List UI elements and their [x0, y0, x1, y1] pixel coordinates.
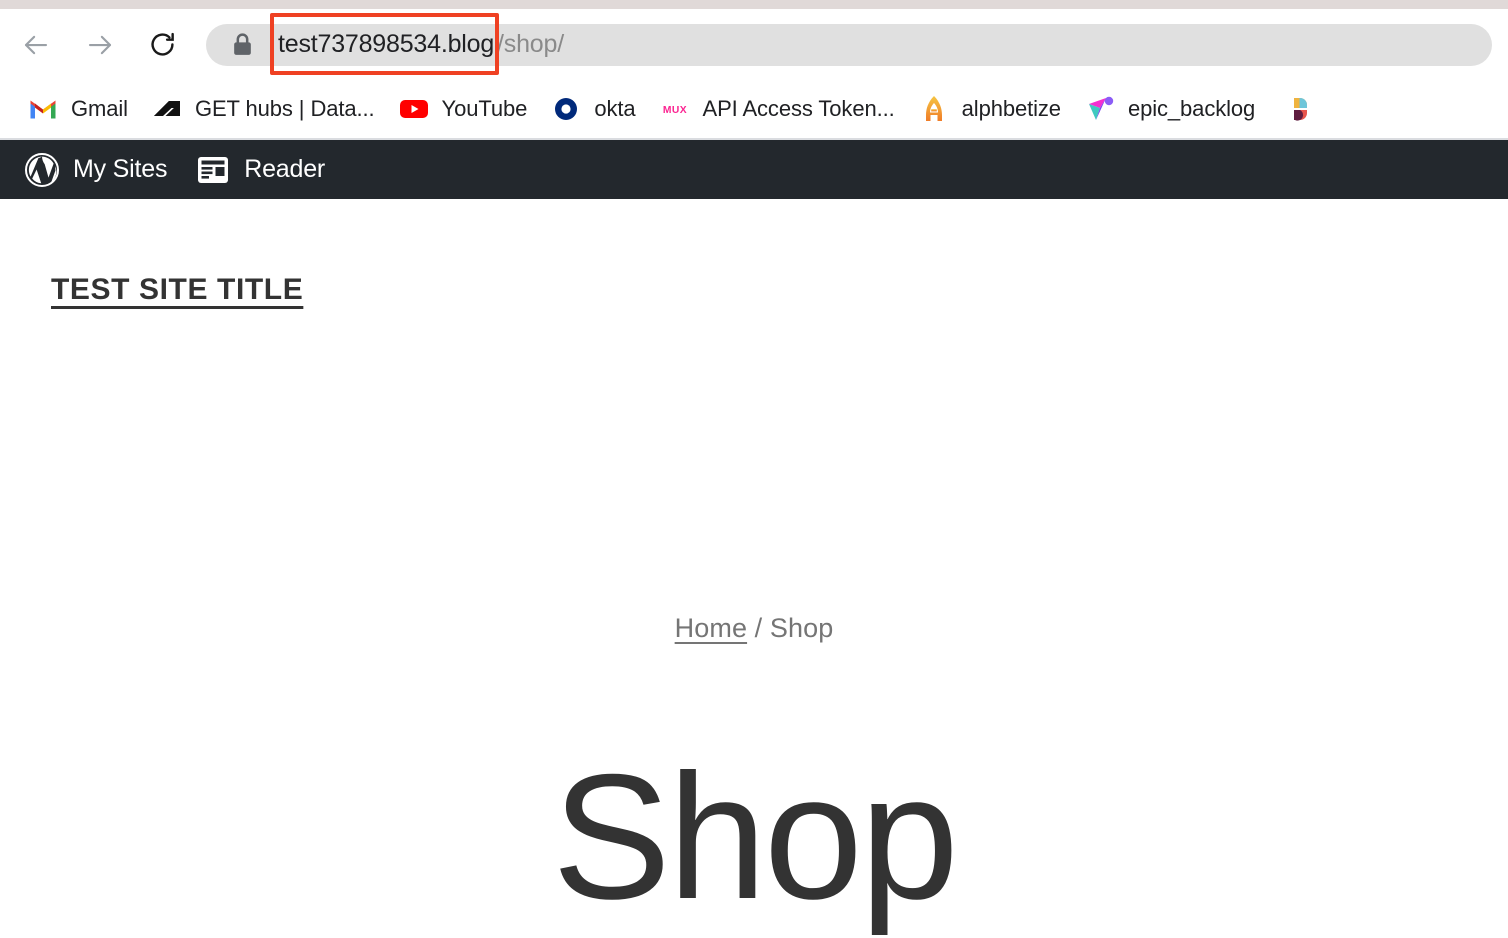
arrow-right-icon [85, 30, 115, 60]
breadcrumb-current: Shop [769, 613, 834, 643]
breadcrumb-separator: / [747, 613, 770, 643]
url-text: test737898534.blog/shop/ [269, 13, 564, 75]
svg-text:MUX: MUX [662, 105, 686, 116]
bookmark-label: YouTube [441, 96, 528, 121]
admin-bar-label: Reader [244, 155, 326, 183]
bookmark-label: API Access Token... [702, 96, 895, 121]
bookmark-gmail[interactable]: Gmail [16, 89, 140, 129]
site-title-link[interactable]: TEST SITE TITLE [51, 273, 303, 307]
lock-icon[interactable] [232, 32, 253, 57]
tab-strip-edge [0, 0, 1508, 9]
reload-button[interactable] [142, 25, 182, 65]
reader-icon [195, 152, 231, 188]
bookmark-get-hubs[interactable]: GET hubs | Data... [140, 89, 387, 129]
browser-toolbar: test737898534.blog/shop/ [0, 9, 1508, 80]
bookmarks-bar: Gmail GET hubs | Data... YouTube okta MU… [0, 80, 1508, 140]
okta-icon [551, 94, 581, 124]
slack-quadrant-icon [1279, 94, 1309, 124]
bookmark-youtube[interactable]: YouTube [387, 89, 540, 129]
bookmark-label: GET hubs | Data... [194, 96, 375, 121]
bookmark-label: okta [594, 96, 636, 121]
admin-bar-item-reader[interactable]: Reader [181, 140, 339, 199]
admin-bar-label: My Sites [73, 155, 168, 183]
reload-icon [148, 30, 177, 59]
bookmark-alphbetize[interactable]: alphbetize [907, 89, 1073, 129]
wordpress-logo-icon [24, 152, 60, 188]
bookmark-label: alphbetize [961, 96, 1061, 121]
bookmark-api-access-token[interactable]: MUX API Access Token... [648, 89, 907, 129]
bookmark-epic-backlog[interactable]: epic_backlog [1073, 89, 1267, 129]
admin-bar-item-my-sites[interactable]: My Sites [10, 140, 181, 199]
page-title: Shop [552, 737, 959, 936]
gmail-icon [28, 94, 58, 124]
bookmark-okta[interactable]: okta [539, 89, 647, 129]
getaround-icon [152, 94, 182, 124]
mux-icon: MUX [660, 94, 690, 124]
page-content: TEST SITE TITLE Home / Shop Shop [0, 199, 1508, 935]
forward-button[interactable] [80, 25, 120, 65]
breadcrumb: Home / Shop [0, 613, 1508, 644]
arrow-left-icon [21, 30, 51, 60]
back-button[interactable] [16, 25, 56, 65]
url-path: /shop/ [497, 30, 564, 58]
url-domain: test737898534.blog [269, 13, 500, 75]
breadcrumb-home-link[interactable]: Home [675, 613, 747, 643]
bookmark-slack[interactable] [1267, 89, 1322, 129]
epic-backlog-icon [1085, 94, 1115, 124]
wordpress-admin-bar: My Sites Reader [0, 140, 1508, 199]
youtube-icon [399, 94, 429, 124]
bookmark-label: epic_backlog [1127, 96, 1256, 121]
rocket-a-icon [919, 94, 949, 124]
bookmark-label: Gmail [71, 96, 128, 121]
address-bar[interactable]: test737898534.blog/shop/ [206, 13, 1492, 75]
